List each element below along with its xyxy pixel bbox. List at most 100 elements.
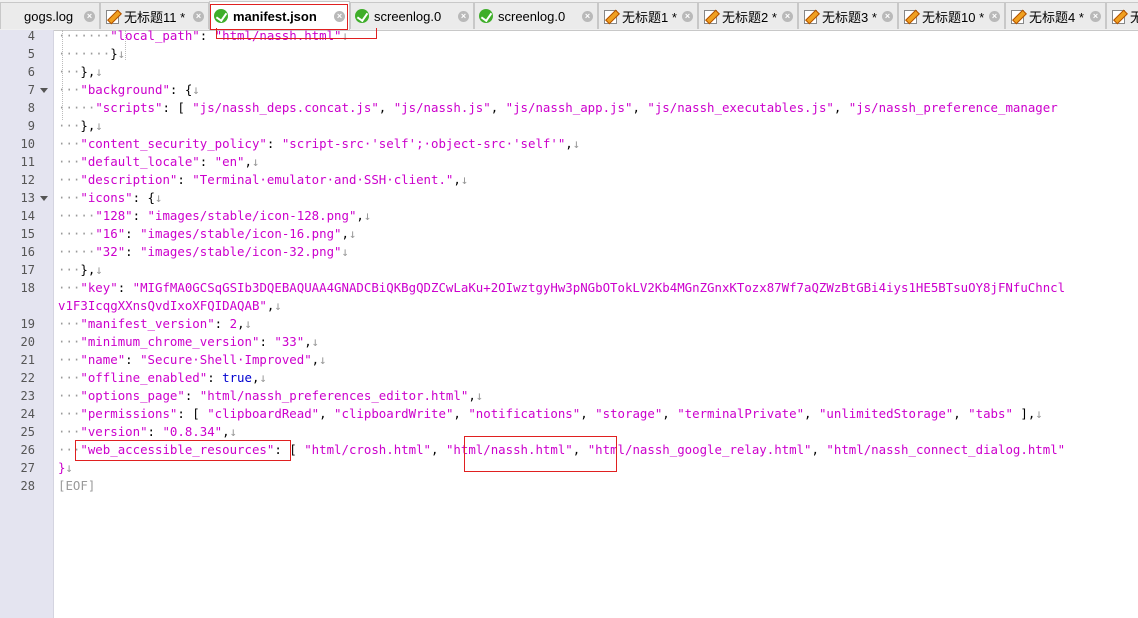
tab-6[interactable]: 无标题2 * × <box>698 2 798 29</box>
code-line[interactable]: ···"options_page": "html/nassh_preferenc… <box>58 387 483 405</box>
tab-8[interactable]: 无标题10 * × <box>898 2 1005 29</box>
code-line[interactable]: ···"content_security_policy": "script-sr… <box>58 135 580 153</box>
code-line[interactable]: ·····"32": "images/stable/icon-32.png"↓ <box>58 243 349 261</box>
code-line[interactable]: ···"icons": {↓ <box>58 189 162 207</box>
punctuation-token: : [ <box>162 100 193 115</box>
fold-toggle-icon[interactable] <box>40 196 48 201</box>
whitespace-marker: ↓ <box>274 298 282 313</box>
close-icon[interactable]: × <box>1090 10 1101 22</box>
line-number: 19 <box>20 317 35 331</box>
whitespace-marker: ↓ <box>1035 406 1043 421</box>
string-token: "html/nassh_preferences_editor.html" <box>199 388 469 403</box>
tab-label: 无标题3 * <box>822 9 877 25</box>
punctuation-token: , <box>237 316 245 331</box>
string-token: "html/nassh_google_relay.html" <box>587 442 812 457</box>
saved-file-icon <box>479 9 493 23</box>
code-line[interactable]: ·····"128": "images/stable/icon-128.png"… <box>58 207 371 225</box>
code-line[interactable]: ···"minimum_chrome_version": "33",↓ <box>58 333 319 351</box>
punctuation-token: : <box>266 136 282 151</box>
code-editor[interactable]: ·······"local_path": "html/nassh.html"↓ ·… <box>58 28 1138 618</box>
tab-3[interactable]: screenlog.0 × <box>350 2 474 29</box>
modified-file-icon <box>105 9 119 24</box>
string-token: "32" <box>95 244 126 259</box>
code-line[interactable]: [EOF] <box>58 477 95 495</box>
code-line[interactable]: ·······}↓ <box>58 45 125 63</box>
code-line[interactable]: }↓ <box>58 459 73 477</box>
tab-5[interactable]: 无标题1 * × <box>598 2 698 29</box>
string-token: v1F3IcqgXXnsQvdIxoXFQIDAQAB" <box>58 298 267 313</box>
close-icon[interactable]: × <box>458 10 469 22</box>
code-line[interactable]: ···"manifest_version": 2,↓ <box>58 315 252 333</box>
close-icon[interactable]: × <box>84 10 95 22</box>
whitespace-marker: ····· <box>58 208 96 223</box>
string-token: "MIGfMA0GCSqGSIb3DQEBAQUAA4GNADCBiQKBgQD… <box>132 280 1066 295</box>
tab-label: 无标题4 * <box>1029 9 1084 25</box>
whitespace-marker: ··· <box>58 172 81 187</box>
code-line[interactable]: ···"permissions": [ "clipboardRead", "cl… <box>58 405 1043 423</box>
close-icon[interactable]: × <box>782 10 793 22</box>
line-number: 6 <box>27 65 35 79</box>
whitespace-marker: ↓ <box>192 82 200 97</box>
tab-label: 无标题2 * <box>722 9 777 25</box>
code-line[interactable]: ···"description": "Terminal·emulator·and… <box>58 171 468 189</box>
tab-10[interactable]: 无 <box>1106 2 1138 29</box>
close-icon[interactable]: × <box>193 10 204 22</box>
punctuation-token: , <box>811 442 827 457</box>
tab-9[interactable]: 无标题4 * × <box>1005 2 1106 29</box>
code-line[interactable]: ···"default_locale": "en",↓ <box>58 153 259 171</box>
code-line[interactable]: ·····"scripts": [ "js/nassh_deps.concat.… <box>58 99 1058 117</box>
tab-7[interactable]: 无标题3 * × <box>798 2 898 29</box>
string-token: "html/nassh_connect_dialog.html" <box>826 442 1066 457</box>
punctuation-token: , <box>468 388 476 403</box>
tab-label: 无标题11 * <box>124 9 186 25</box>
tab-0[interactable]: gogs.log × <box>0 2 100 29</box>
modified-file-icon <box>1010 9 1024 24</box>
string-token: "scripts" <box>95 100 163 115</box>
code-line[interactable]: ···"version": "0.8.34",↓ <box>58 423 237 441</box>
fold-toggle-icon[interactable] <box>40 88 48 93</box>
close-icon[interactable]: × <box>682 10 693 22</box>
punctuation-token: ], <box>1012 406 1036 421</box>
punctuation-token: , <box>319 406 335 421</box>
whitespace-marker: ↓ <box>259 370 267 385</box>
punctuation-token: : <box>132 208 148 223</box>
close-icon[interactable]: × <box>989 10 1000 22</box>
line-number <box>0 297 35 315</box>
whitespace-marker: ↓ <box>572 136 581 151</box>
punctuation-token: }, <box>80 118 96 133</box>
whitespace-marker: ··· <box>58 118 81 133</box>
whitespace-marker: ↓ <box>348 226 357 241</box>
punctuation-token: }, <box>80 64 96 79</box>
whitespace-marker: ······· <box>58 28 111 43</box>
punctuation-token: : { <box>169 82 193 97</box>
whitespace-marker: ··· <box>58 280 81 295</box>
highlight-active-tab <box>210 4 348 30</box>
close-icon[interactable]: × <box>582 10 593 22</box>
line-number: 20 <box>20 335 35 349</box>
code-line[interactable]: ···},↓ <box>58 63 103 81</box>
punctuation-token: : <box>147 424 163 439</box>
punctuation-token: , <box>833 100 849 115</box>
string-token: "local_path" <box>110 28 200 43</box>
string-token: "Terminal·emulator·and·SSH·client." <box>192 172 454 187</box>
code-line[interactable]: ···"name": "Secure·Shell·Improved",↓ <box>58 351 327 369</box>
gogs-log-icon <box>5 9 19 23</box>
punctuation-token: : <box>207 370 223 385</box>
line-number: 15 <box>20 227 35 241</box>
code-line[interactable]: ···},↓ <box>58 261 103 279</box>
string-token: "key" <box>80 280 118 295</box>
tab-4[interactable]: screenlog.0 × <box>474 2 598 29</box>
code-line[interactable]: ·····"16": "images/stable/icon-16.png",↓ <box>58 225 356 243</box>
code-line[interactable]: ···"key": "MIGfMA0GCSqGSIb3DQEBAQUAA4GNA… <box>58 279 1065 297</box>
code-line[interactable]: ···},↓ <box>58 117 103 135</box>
code-line[interactable]: ···"background": {↓ <box>58 81 200 99</box>
close-icon[interactable]: × <box>882 10 893 22</box>
code-line[interactable]: v1F3IcqgXXnsQvdIxoXFQIDAQAB",↓ <box>58 297 282 315</box>
whitespace-marker: ↓ <box>475 388 484 403</box>
string-token: "manifest_version" <box>80 316 215 331</box>
keyword-token: true <box>222 370 252 385</box>
tab-1[interactable]: 无标题11 * × <box>100 2 209 29</box>
code-line[interactable]: ···"offline_enabled": true,↓ <box>58 369 267 387</box>
punctuation-token: , <box>431 442 446 457</box>
punctuation-token: : <box>125 244 141 259</box>
